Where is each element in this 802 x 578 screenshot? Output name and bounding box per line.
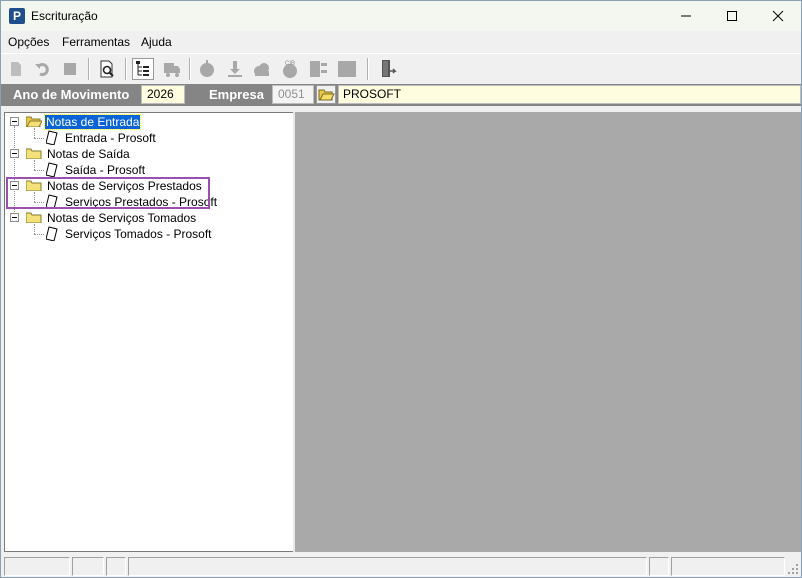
tree-line xyxy=(34,138,44,139)
status-panel xyxy=(72,557,104,576)
open-company-button[interactable] xyxy=(316,85,336,104)
prosoft-app-icon: P xyxy=(9,8,25,24)
open-folder-icon xyxy=(318,89,335,101)
panel-button[interactable] xyxy=(308,58,330,80)
tree-node-notas-entrada[interactable]: Notas de Entrada xyxy=(43,114,142,130)
tree-node-label: Notas de Entrada xyxy=(43,114,142,130)
panel-icon xyxy=(310,61,327,77)
company-name-field: PROSOFT xyxy=(338,85,801,104)
toolbar-separator xyxy=(88,58,90,80)
apple-button[interactable] xyxy=(196,58,218,80)
tree-view-button[interactable] xyxy=(132,58,154,80)
open-folder-icon xyxy=(26,116,42,127)
status-bar xyxy=(1,555,801,577)
close-button[interactable] xyxy=(755,1,801,31)
menu-ajuda[interactable]: Ajuda xyxy=(141,35,172,49)
tree-line xyxy=(34,170,44,171)
company-label: Empresa xyxy=(209,87,264,102)
minimize-button[interactable] xyxy=(663,1,709,31)
new-doc-icon xyxy=(11,62,21,76)
toolbar-separator xyxy=(189,58,191,80)
new-doc-button[interactable] xyxy=(5,58,27,80)
toolbar-separator xyxy=(367,58,369,80)
document-icon xyxy=(46,162,58,177)
tree-line xyxy=(34,224,35,234)
collapse-toggle[interactable] xyxy=(10,213,19,222)
truck-icon xyxy=(164,63,180,77)
tree-view-icon xyxy=(136,61,149,76)
application-window: P Escrituração Opções Ferramentas Ajuda xyxy=(0,0,802,578)
exit-door-icon xyxy=(382,60,397,77)
truck-button[interactable] xyxy=(161,58,183,80)
download-icon xyxy=(228,61,242,77)
cloud-icon xyxy=(254,63,269,76)
minimize-icon xyxy=(681,15,691,17)
company-code-field[interactable]: 0051 xyxy=(272,85,314,104)
status-panel xyxy=(128,557,647,576)
tree-leaf-servicos-tomados-prosoft[interactable]: Serviços Tomados - Prosoft xyxy=(65,227,212,241)
parameters-bar: Ano de Movimento 2026 Empresa 0051 PROSO… xyxy=(1,84,801,106)
tree-node-notas-saida[interactable]: Notas de Saída xyxy=(47,147,130,161)
collapse-toggle[interactable] xyxy=(10,117,19,126)
maximize-button[interactable] xyxy=(709,1,755,31)
tree-node-notas-servicos-tomados[interactable]: Notas de Serviços Tomados xyxy=(47,211,196,225)
square-icon xyxy=(338,61,356,77)
download-button[interactable] xyxy=(224,58,246,80)
collapse-toggle[interactable] xyxy=(10,149,19,158)
toolbar-separator xyxy=(125,58,127,80)
status-panel xyxy=(671,557,785,576)
tree-leaf-saida-prosoft[interactable]: Saída - Prosoft xyxy=(65,163,145,177)
year-field[interactable]: 2026 xyxy=(141,85,185,104)
cloud-button[interactable] xyxy=(251,58,273,80)
stop-icon xyxy=(64,63,76,75)
toolbar: CIB xyxy=(1,53,801,85)
status-panel xyxy=(106,557,126,576)
folder-icon xyxy=(26,148,42,159)
status-panel xyxy=(4,557,70,576)
tree-line xyxy=(34,128,35,138)
print-preview-icon xyxy=(100,60,114,78)
tree-leaf-entrada-prosoft[interactable]: Entrada - Prosoft xyxy=(65,131,156,145)
close-icon xyxy=(772,10,784,22)
menu-opcoes[interactable]: Opções xyxy=(8,35,49,49)
stop-button[interactable] xyxy=(59,58,81,80)
menu-ferramentas[interactable]: Ferramentas xyxy=(62,35,130,49)
print-preview-button[interactable] xyxy=(96,58,118,80)
tree-line xyxy=(34,234,44,235)
window-title: Escrituração xyxy=(31,9,98,23)
year-label: Ano de Movimento xyxy=(13,87,130,102)
cib-button[interactable]: CIB xyxy=(279,58,301,80)
menu-bar: Opções Ferramentas Ajuda xyxy=(1,32,801,52)
folder-icon xyxy=(26,212,42,223)
apple-icon xyxy=(200,60,214,77)
square-button[interactable] xyxy=(336,58,358,80)
title-bar: P Escrituração xyxy=(1,1,801,31)
document-icon xyxy=(46,226,58,241)
tree-line xyxy=(34,160,35,170)
resize-grip-icon[interactable] xyxy=(787,563,799,575)
undo-icon xyxy=(35,63,49,77)
cib-icon: CIB xyxy=(283,61,297,78)
status-panel xyxy=(649,557,669,576)
document-icon xyxy=(46,130,58,145)
exit-button[interactable] xyxy=(376,58,398,80)
highlight-box xyxy=(6,177,210,209)
svg-text:CIB: CIB xyxy=(285,61,295,67)
content-area xyxy=(295,112,801,552)
maximize-icon xyxy=(727,11,737,21)
undo-button[interactable] xyxy=(32,58,54,80)
